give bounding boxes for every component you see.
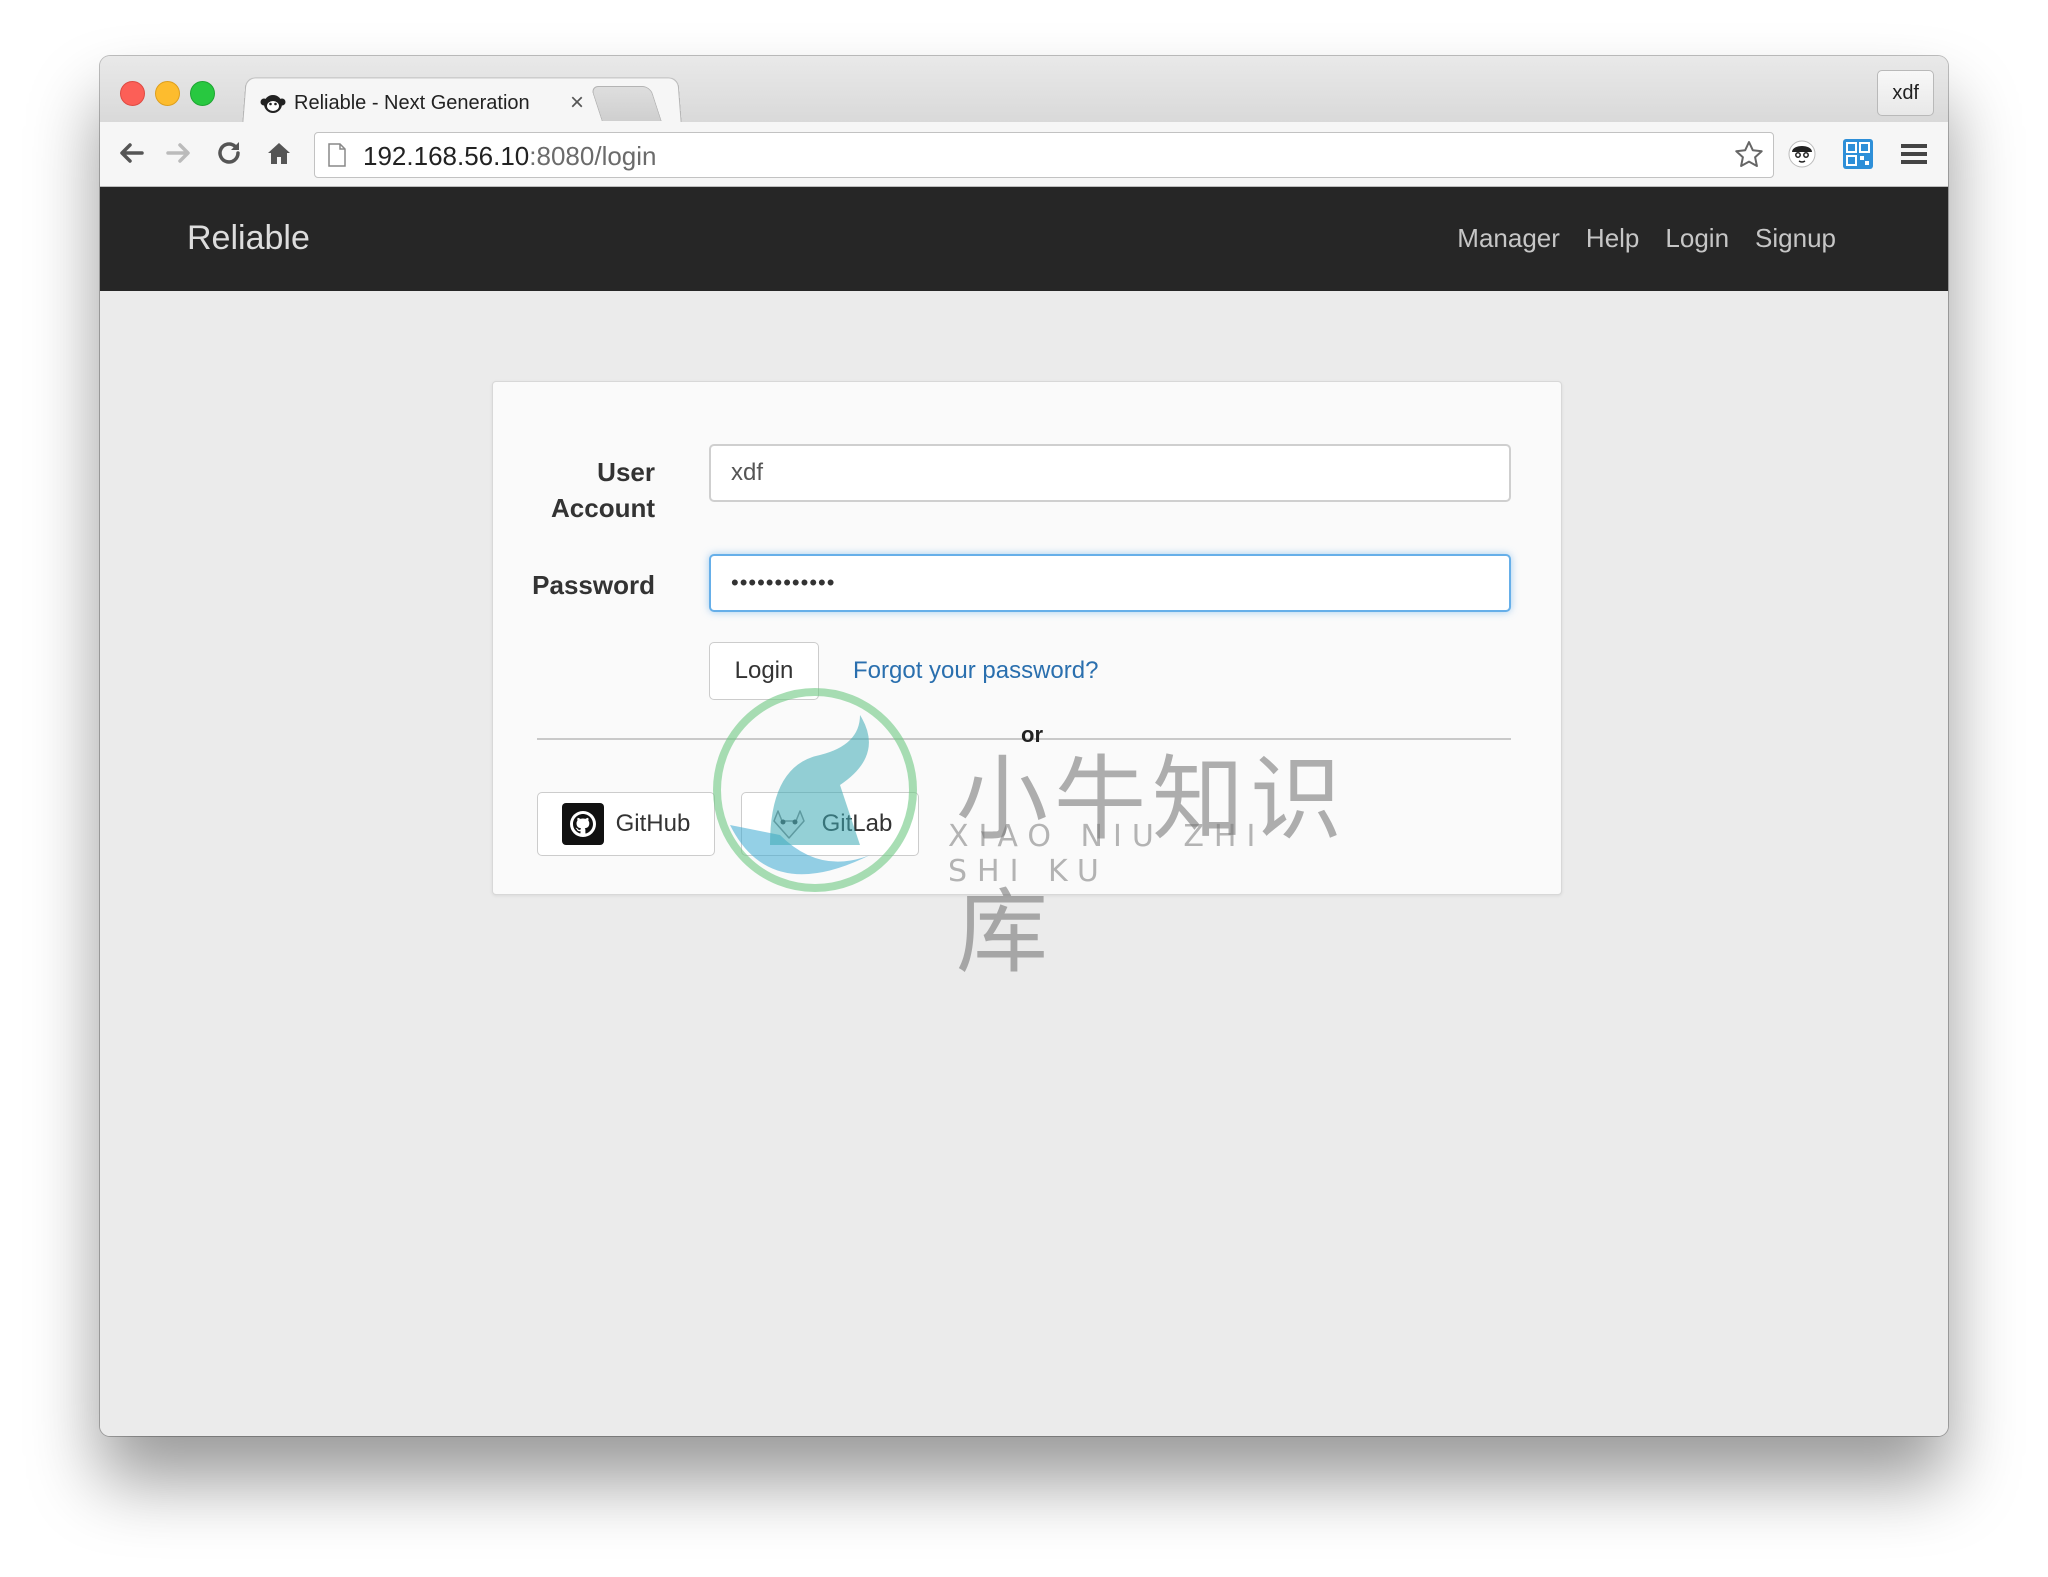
user-label-line2: Account [551,493,655,523]
password-label: Password [532,570,655,600]
github-button-label: GitHub [615,810,691,837]
url-text[interactable]: 192.168.56.10:8080/login [363,141,657,172]
gitlab-login-button[interactable]: GitLab [741,792,919,856]
back-icon[interactable] [114,136,148,170]
tab-close-icon[interactable]: × [570,89,584,117]
menu-icon[interactable] [1896,136,1932,172]
github-icon [561,803,604,845]
new-tab-button[interactable] [590,86,662,121]
monkey-favicon-icon [260,95,286,113]
qr-code-extension-icon[interactable] [1840,136,1876,172]
close-window-button[interactable] [120,81,145,106]
app-navbar: Reliable Manager Help Login Signup [100,187,1948,291]
forgot-password-link[interactable]: Forgot your password? [853,657,1098,685]
nav-signup[interactable]: Signup [1755,223,1836,254]
user-label-line1: User [597,457,655,487]
url-path: :8080/login [529,141,657,171]
zoom-window-button[interactable] [190,81,215,106]
github-login-button[interactable]: GitHub [537,792,715,856]
nav-help[interactable]: Help [1586,223,1639,254]
home-icon[interactable] [262,136,296,170]
password-input[interactable]: •••••••••••• [709,554,1511,612]
login-button[interactable]: Login [709,642,819,700]
login-card: User Account xdf Password •••••••••••• L… [492,381,1562,895]
tab-title: Reliable - Next Generation [294,91,530,114]
address-bar[interactable]: 192.168.56.10:8080/login [314,132,1774,178]
gitlab-icon [772,810,805,839]
url-host: 192.168.56.10 [363,141,530,171]
reload-icon[interactable] [212,136,246,170]
title-bar: Reliable - Next Generation × xdf [100,56,1948,127]
nav-login[interactable]: Login [1665,223,1729,254]
minimize-window-button[interactable] [155,81,180,106]
user-account-input[interactable]: xdf [709,444,1511,502]
forward-icon[interactable] [162,136,196,170]
brand-logo[interactable]: Reliable [187,219,310,258]
browser-window: Reliable - Next Generation × xdf 192.168… [100,56,1948,1436]
avatar-extension-icon[interactable] [1784,136,1820,172]
nav-manager[interactable]: Manager [1457,223,1560,254]
page-content: User Account xdf Password •••••••••••• L… [100,291,1948,1436]
nav-links: Manager Help Login Signup [1457,223,1836,254]
page-icon [328,143,346,167]
bookmark-star-icon[interactable] [1733,139,1765,171]
browser-toolbar: 192.168.56.10:8080/login [100,122,1948,187]
or-separator: or [1021,722,1043,747]
gitlab-button-label: GitLab [821,810,893,837]
profile-button[interactable]: xdf [1877,70,1934,116]
user-account-label: User Account [513,454,655,526]
